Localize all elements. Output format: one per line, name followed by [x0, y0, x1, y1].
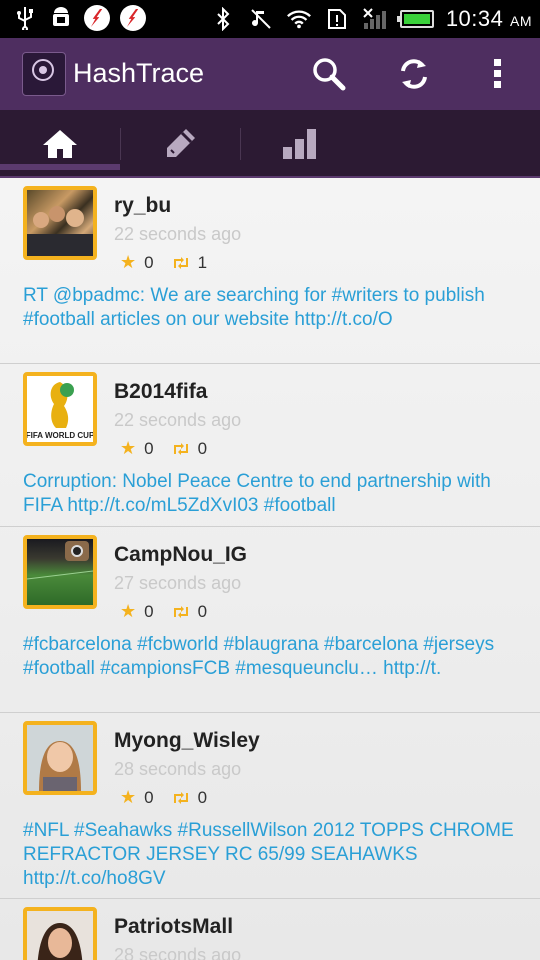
username[interactable]: B2014fifa — [114, 380, 207, 404]
star-icon: ★ — [120, 787, 137, 807]
android-debug-icon — [48, 5, 74, 31]
tab-compose[interactable] — [120, 110, 240, 178]
tab-selected-indicator — [0, 164, 120, 170]
tweet-stats: ★ 0 1 — [120, 252, 207, 273]
retweet-count: 0 — [197, 438, 208, 458]
timestamp: 27 seconds ago — [114, 573, 242, 593]
favorite-count: 0 — [144, 787, 154, 807]
usb-icon — [12, 5, 38, 31]
timestamp: 28 seconds ago — [114, 945, 242, 960]
search-icon — [313, 58, 346, 91]
stats-icon — [283, 129, 316, 159]
retweet-count: 1 — [197, 252, 208, 272]
timestamp: 28 seconds ago — [114, 759, 242, 779]
avatar[interactable] — [23, 907, 97, 960]
tweet-stats: ★ 0 0 — [120, 438, 207, 459]
avatar-caption: FIFA WORLD CUP — [27, 431, 93, 440]
search-button[interactable] — [307, 52, 351, 96]
tweet-feed[interactable]: ry_bu 22 seconds ago ★ 0 1 RT @bpadmc: W… — [0, 178, 540, 960]
retweet-icon — [173, 791, 188, 804]
edit-icon — [167, 129, 195, 157]
tweet-text[interactable]: RT @bpadmc: We are searching for #writer… — [23, 284, 523, 332]
tweet-stats: ★ 0 0 — [120, 787, 207, 808]
more-vertical-icon — [494, 59, 501, 88]
avatar[interactable] — [23, 721, 97, 795]
refresh-button[interactable] — [392, 52, 436, 96]
wifi-icon — [286, 6, 312, 32]
retweet-icon — [173, 256, 188, 269]
username[interactable]: PatriotsMall — [114, 915, 233, 939]
app-logo-icon[interactable] — [22, 52, 66, 96]
clock: 10:34 AM — [445, 6, 532, 31]
retweet-icon — [173, 442, 188, 455]
tweet-item[interactable]: ry_bu 22 seconds ago ★ 0 1 RT @bpadmc: W… — [0, 178, 540, 364]
flash-icon-2 — [120, 5, 146, 31]
tweet-item[interactable]: FIFA WORLD CUP B2014fifa 22 seconds ago … — [0, 364, 540, 527]
status-bar: 10:34 AM — [0, 0, 540, 38]
tweet-stats: ★ 0 0 — [120, 601, 207, 622]
favorite-count: 0 — [144, 438, 154, 458]
avatar[interactable] — [23, 186, 97, 260]
star-icon: ★ — [120, 438, 137, 458]
refresh-icon — [401, 59, 427, 89]
home-icon — [43, 130, 77, 158]
tweet-text[interactable]: #NFL #Seahawks #RussellWilson 2012 TOPPS… — [23, 819, 523, 891]
avatar[interactable]: FIFA WORLD CUP — [23, 372, 97, 446]
app-title: HashTrace — [73, 58, 205, 88]
tweet-item[interactable]: Myong_Wisley 28 seconds ago ★ 0 0 #NFL #… — [0, 713, 540, 899]
username[interactable]: Myong_Wisley — [114, 729, 260, 753]
retweet-count: 0 — [197, 601, 208, 621]
retweet-count: 0 — [197, 787, 208, 807]
tweet-text[interactable]: Corruption: Nobel Peace Centre to end pa… — [23, 470, 523, 518]
timestamp: 22 seconds ago — [114, 224, 242, 244]
tweet-item[interactable]: CampNou_IG 27 seconds ago ★ 0 0 #fcbarce… — [0, 527, 540, 713]
app-bar: HashTrace — [0, 38, 540, 110]
username[interactable]: CampNou_IG — [114, 543, 247, 567]
signal-icon — [362, 6, 388, 32]
sim-alert-icon — [324, 6, 350, 32]
bluetooth-icon — [210, 6, 236, 32]
overflow-menu-button[interactable] — [476, 52, 520, 96]
star-icon: ★ — [120, 601, 137, 621]
tab-stats[interactable] — [240, 110, 360, 178]
flash-icon — [84, 5, 110, 31]
username[interactable]: ry_bu — [114, 194, 171, 218]
favorite-count: 0 — [144, 252, 154, 272]
timestamp: 22 seconds ago — [114, 410, 242, 430]
retweet-icon — [173, 605, 188, 618]
tweet-text[interactable]: #fcbarcelona #fcbworld #blaugrana #barce… — [23, 633, 523, 681]
star-icon: ★ — [120, 252, 137, 272]
mute-icon — [248, 6, 274, 32]
favorite-count: 0 — [144, 601, 154, 621]
battery-icon — [396, 10, 434, 28]
tweet-item[interactable]: PatriotsMall 28 seconds ago — [0, 899, 540, 960]
avatar[interactable] — [23, 535, 97, 609]
